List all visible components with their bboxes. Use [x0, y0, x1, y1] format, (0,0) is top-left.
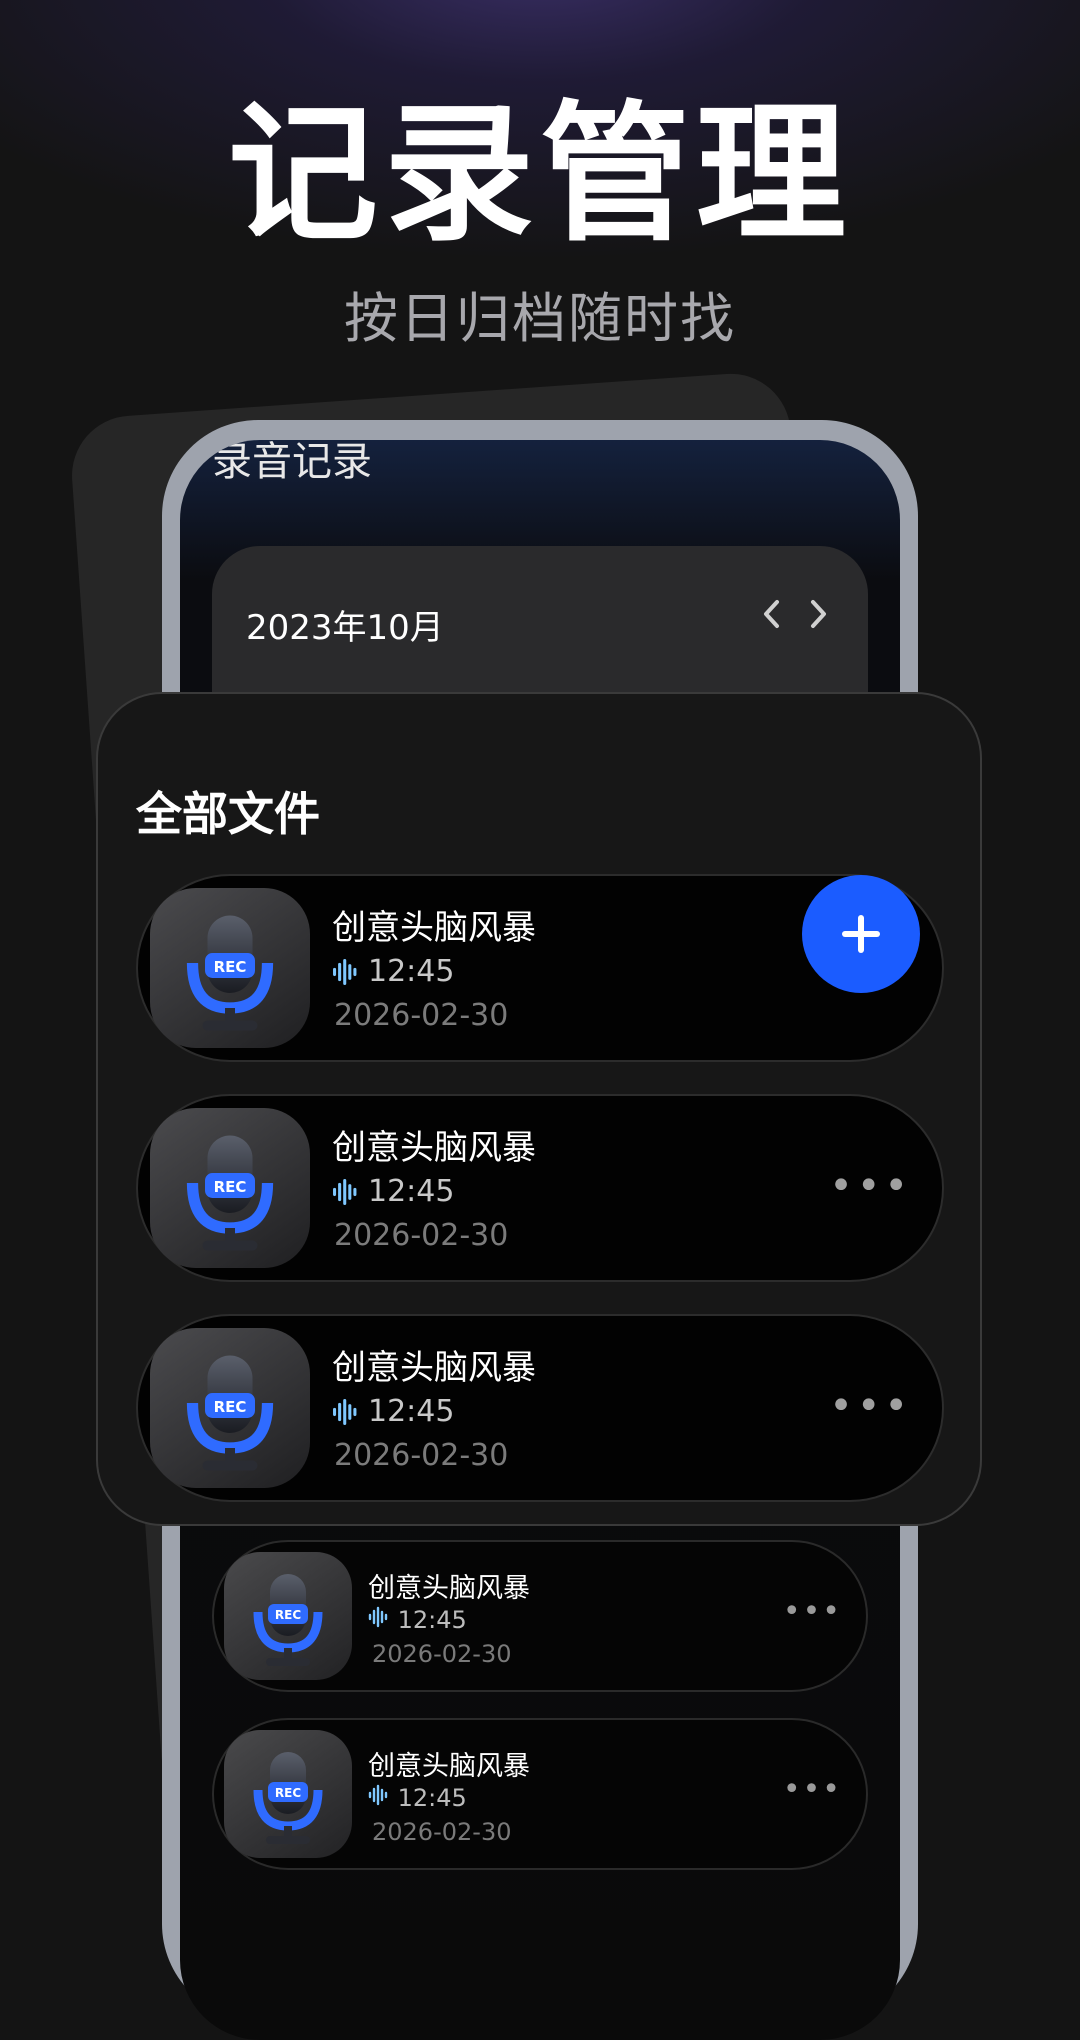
recording-date: 2026-02-30	[334, 1218, 509, 1253]
more-options-icon[interactable]: •••	[829, 1166, 912, 1206]
microphone-icon: REC	[186, 915, 274, 1031]
recording-date: 2026-02-30	[372, 1818, 512, 1846]
recording-duration: 12:45	[368, 1394, 455, 1429]
recording-title: 创意头脑风暴	[368, 1573, 530, 1604]
recording-thumbnail: REC	[150, 1328, 310, 1488]
recording-duration-row: 12:45	[332, 1394, 454, 1429]
more-options-icon[interactable]: •••	[783, 1772, 842, 1807]
microphone-icon: REC	[186, 1355, 274, 1471]
recording-thumbnail: REC	[150, 888, 310, 1048]
waveform-icon	[333, 1398, 357, 1425]
list-item[interactable]: REC 创意头脑风暴 12:45 2026-02-30 •••	[212, 1718, 868, 1870]
recording-duration: 12:45	[368, 954, 455, 989]
microphone-icon: REC	[186, 1135, 274, 1251]
recording-thumbnail: REC	[224, 1730, 352, 1858]
list-item[interactable]: REC 创意头脑风暴 12:45 2026-02-30 •••	[212, 1540, 868, 1692]
recording-duration: 12:45	[368, 1174, 455, 1209]
recording-duration-row: 12:45	[332, 1174, 454, 1209]
recording-date: 2026-02-30	[334, 1438, 509, 1473]
list-item[interactable]: REC 创意头脑风暴 12:45 2026-02-30 •••	[136, 1314, 944, 1502]
svg-text:REC: REC	[275, 1608, 301, 1622]
svg-text:REC: REC	[214, 958, 247, 976]
list-item[interactable]: REC 创意头脑风暴 12:45 2026-02-30 •••	[136, 1094, 944, 1282]
svg-text:REC: REC	[214, 1178, 247, 1196]
waveform-icon	[368, 1784, 388, 1806]
svg-text:REC: REC	[214, 1398, 247, 1416]
svg-text:REC: REC	[275, 1786, 301, 1800]
recording-list: REC 创意头脑风暴 12:45 2026-02-30 ••• REC 创意头脑…	[212, 1540, 868, 1896]
recording-duration-row: 12:45	[332, 954, 454, 989]
add-recording-button[interactable]	[802, 875, 920, 993]
recording-title: 创意头脑风暴	[332, 1348, 536, 1388]
waveform-icon	[333, 1178, 357, 1205]
recording-title: 创意头脑风暴	[332, 908, 536, 948]
chevron-left-icon[interactable]	[752, 596, 792, 641]
recording-duration: 12:45	[397, 1606, 467, 1634]
waveform-icon	[333, 958, 357, 985]
microphone-icon: REC	[253, 1752, 323, 1844]
hero-title: 记录管理	[227, 88, 852, 262]
recording-thumbnail: REC	[224, 1552, 352, 1680]
more-options-icon[interactable]: •••	[829, 1386, 912, 1426]
recording-duration: 12:45	[397, 1784, 467, 1812]
microphone-icon: REC	[253, 1574, 323, 1666]
hero-subtitle: 按日归档随时找	[344, 287, 736, 350]
plus-icon	[842, 915, 880, 953]
recording-date: 2026-02-30	[372, 1640, 512, 1668]
more-options-icon[interactable]: •••	[783, 1594, 842, 1629]
panel-title: 全部文件	[136, 787, 320, 841]
chevron-right-icon[interactable]	[798, 596, 838, 641]
screen-title: 录音记录	[212, 440, 372, 485]
recording-duration-row: 12:45	[368, 1784, 467, 1812]
recording-title: 创意头脑风暴	[332, 1128, 536, 1168]
recording-title: 创意头脑风暴	[368, 1751, 530, 1782]
all-files-panel: 全部文件 REC 创意头脑风暴 12:45 2026-02-30 ••• REC…	[96, 692, 982, 1526]
waveform-icon	[368, 1606, 388, 1628]
recording-thumbnail: REC	[150, 1108, 310, 1268]
calendar-month: 2023年10月	[246, 608, 444, 648]
recording-date: 2026-02-30	[334, 998, 509, 1033]
recording-duration-row: 12:45	[368, 1606, 467, 1634]
